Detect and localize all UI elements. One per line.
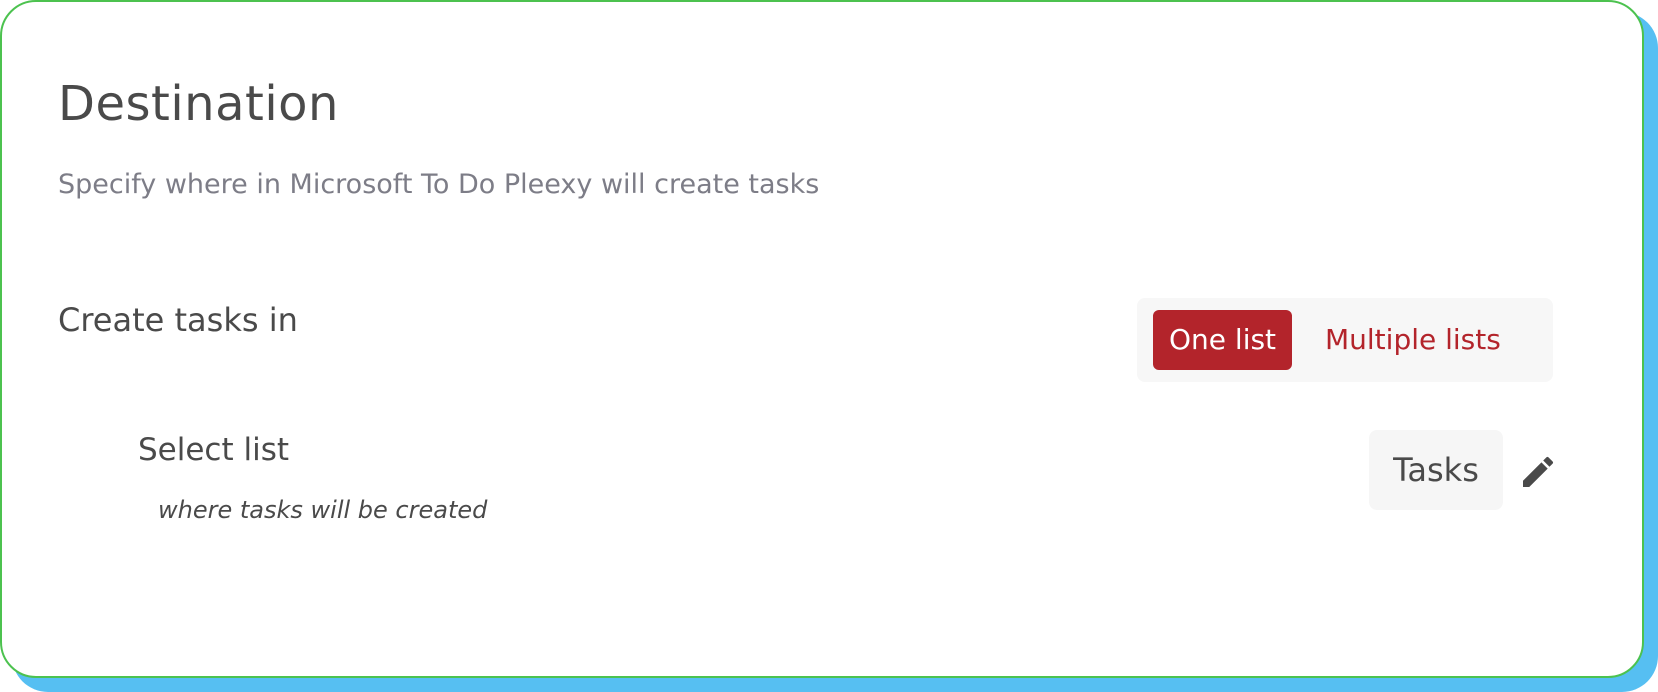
select-list-hint: where tasks will be created [158,496,488,524]
selected-list-value[interactable]: Tasks [1369,430,1503,510]
section-title: Destination [58,76,339,132]
select-list-label: Select list [138,432,290,468]
pencil-icon[interactable] [1518,452,1558,492]
pencil-icon-svg [1523,456,1554,487]
destination-card: Destination Specify where in Microsoft T… [0,0,1644,678]
multiple-lists-button[interactable]: Multiple lists [1309,310,1517,370]
one-list-button[interactable]: One list [1153,310,1293,370]
destination-frame: Destination Specify where in Microsoft T… [0,0,1658,692]
create-tasks-toggle: One list Multiple lists [1137,298,1553,382]
section-subtitle: Specify where in Microsoft To Do Pleexy … [58,169,820,200]
create-tasks-label: Create tasks in [58,301,298,339]
